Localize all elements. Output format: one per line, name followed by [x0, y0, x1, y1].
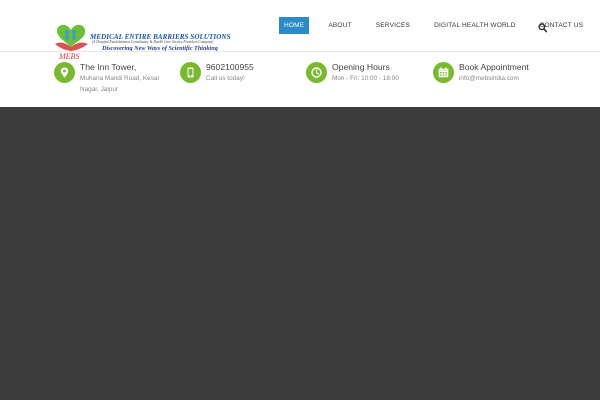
phone-caption: Call us today!	[206, 75, 245, 82]
phone-number[interactable]: 9602100955	[206, 62, 254, 72]
address-line-2: Nagar, Jaipur	[80, 85, 119, 93]
nav-home[interactable]: HOME	[279, 17, 310, 34]
header-divider	[0, 51, 600, 52]
site-header: MEDICAL ENTIRE BARRIERS SOLUTIONS (A Hos…	[0, 0, 600, 107]
address-lines: Muhana Mandi Road, Kesar Nagar, Jaipur	[80, 74, 160, 95]
appointment-title[interactable]: Book Appointment	[459, 62, 529, 72]
hours-title: Opening Hours	[332, 62, 390, 72]
nav-services[interactable]: SERVICES	[371, 17, 415, 34]
mobile-phone-icon	[180, 62, 201, 83]
address-title: The Inn Tower,	[80, 62, 137, 72]
clock-icon	[306, 62, 327, 83]
logo-abbreviation: MEBS	[59, 52, 80, 61]
appointment-email[interactable]: info@mebsindia.com	[459, 74, 519, 85]
logo-subtitle: (A Hospital Establishment Consultancy & …	[92, 40, 214, 44]
search-icon[interactable]	[538, 20, 548, 33]
nav-about[interactable]: ABOUT	[323, 17, 356, 34]
main-nav: HOME ABOUT SERVICES DIGITAL HEALTH WORLD…	[279, 17, 600, 34]
info-appointment: Book Appointment info@mebsindia.com	[433, 62, 553, 102]
address-line-1: Muhana Mandi Road, Kesar	[80, 75, 160, 82]
map-marker-icon	[54, 62, 75, 83]
info-hours: Opening Hours Mon - Fri: 10:00 - 18:00	[306, 62, 416, 102]
hero-banner	[0, 107, 600, 400]
info-phone: 9602100955 Call us today!	[180, 62, 290, 102]
calendar-icon	[433, 62, 454, 83]
heart-hands-logo-icon	[55, 24, 88, 51]
nav-digital-health-world[interactable]: DIGITAL HEALTH WORLD	[429, 17, 521, 34]
hours-value: Mon - Fri: 10:00 - 18:00	[332, 75, 399, 82]
site-logo[interactable]: MEDICAL ENTIRE BARRIERS SOLUTIONS (A Hos…	[54, 22, 230, 62]
info-address: The Inn Tower, Muhana Mandi Road, Kesar …	[54, 62, 174, 102]
